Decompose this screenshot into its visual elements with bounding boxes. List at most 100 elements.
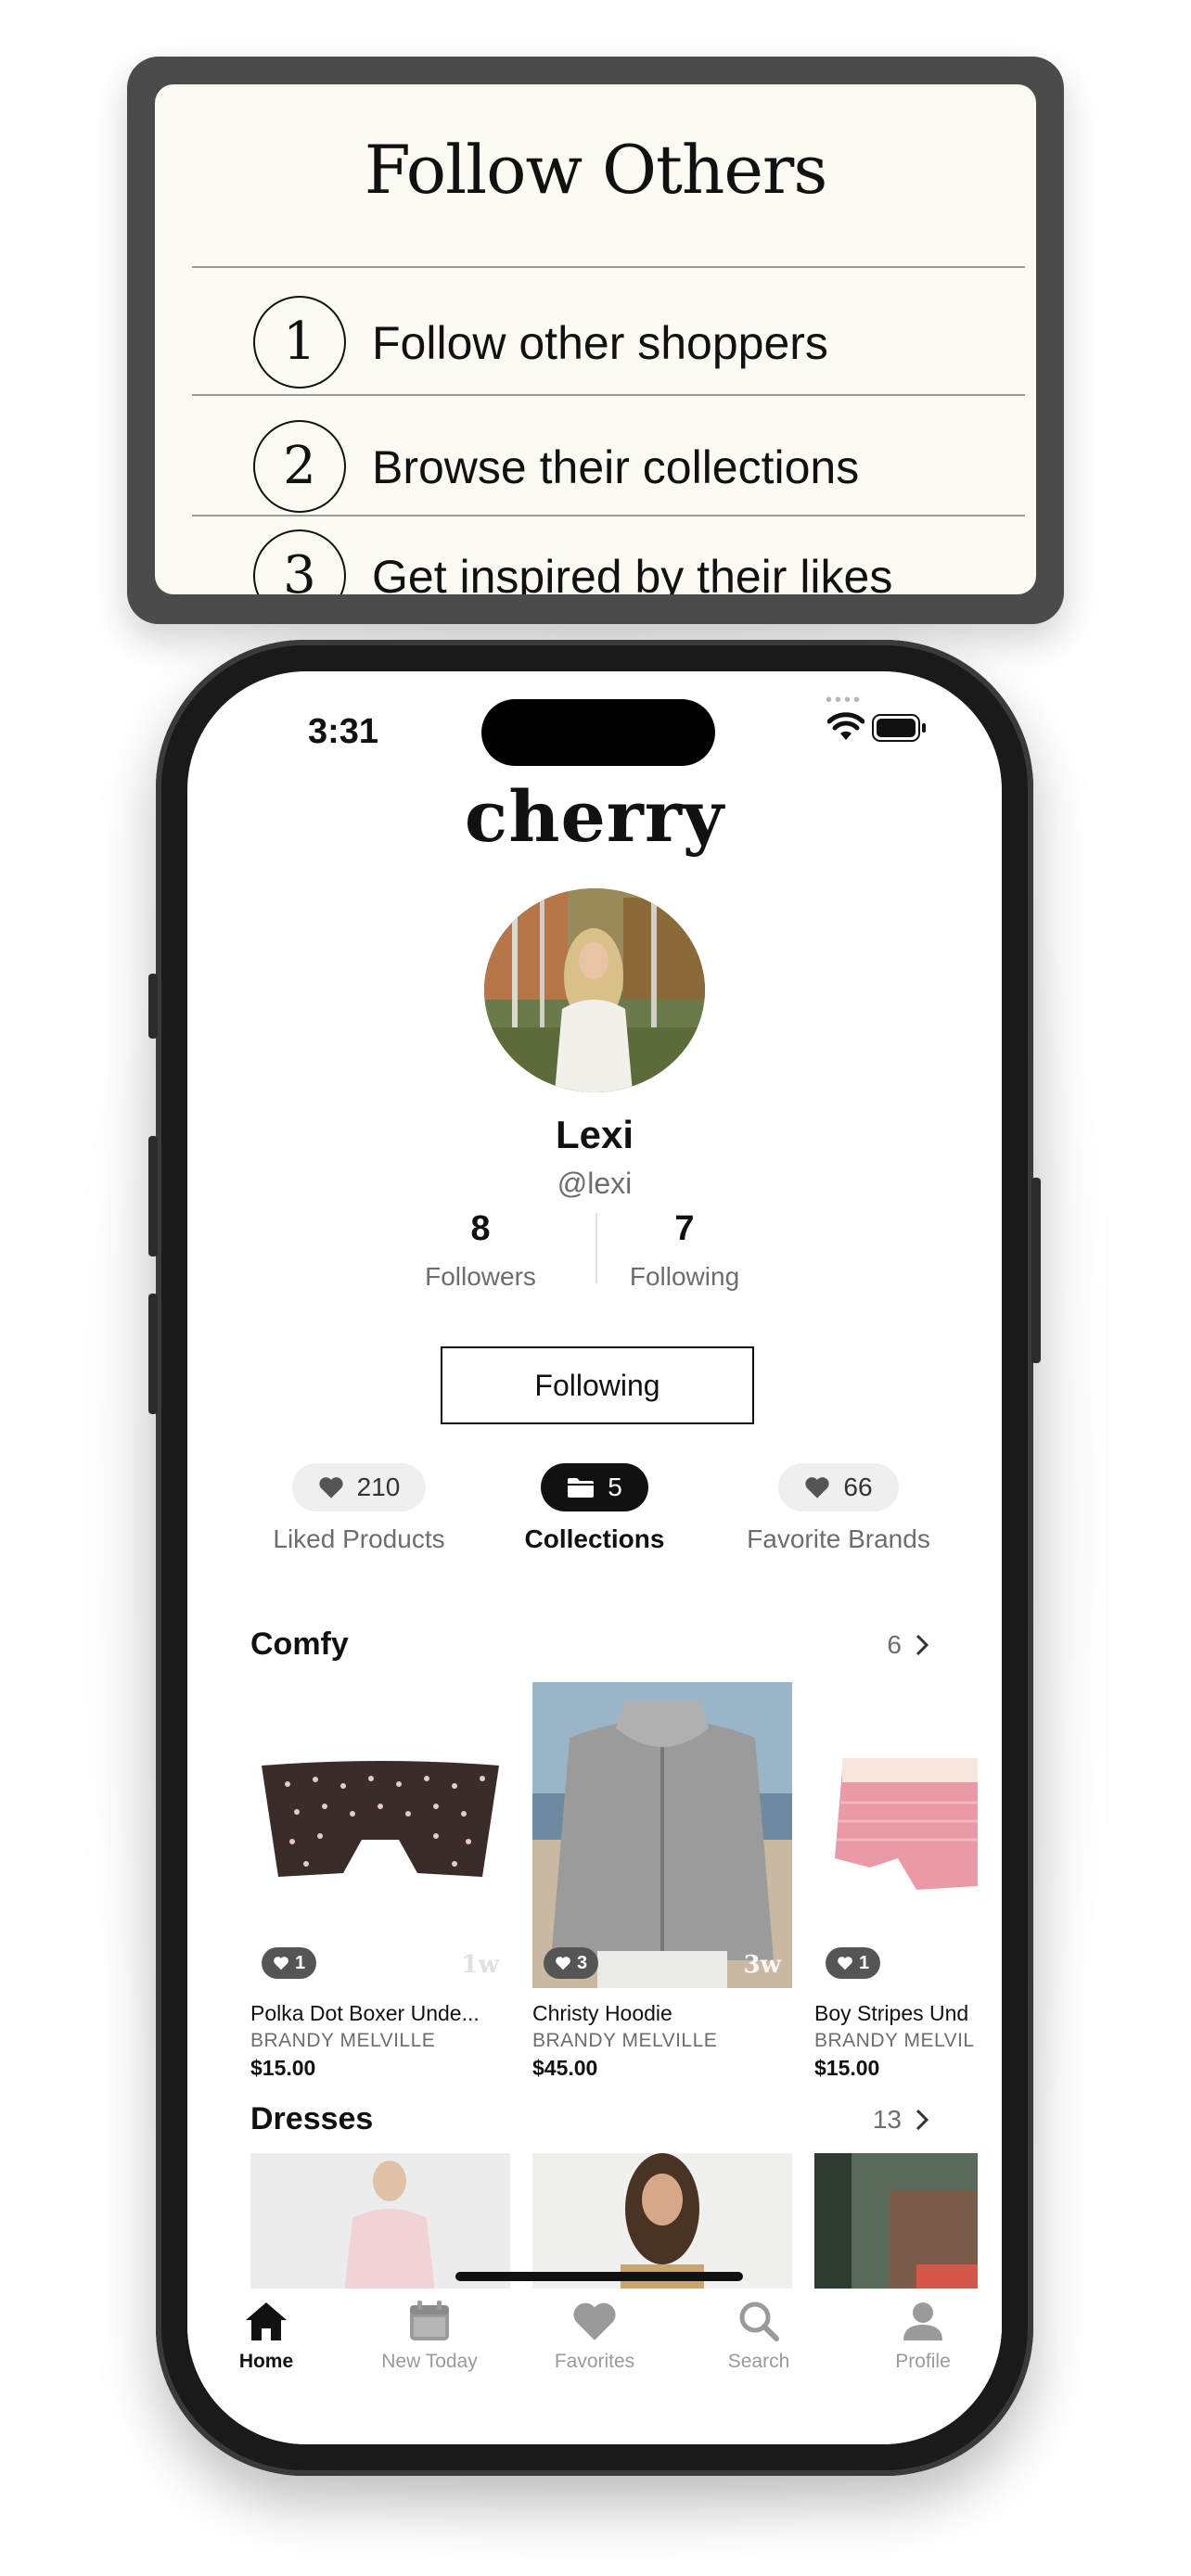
bottom-tab-bar: Home New Today Favorites Search Profile — [187, 2289, 1002, 2444]
following-stat[interactable]: 7 Following — [583, 1209, 787, 1292]
phone-side-button — [148, 974, 158, 1039]
heart-icon — [274, 1957, 288, 1970]
followers-count: 8 — [470, 1209, 491, 1248]
step-text: Get inspired by their likes — [372, 551, 893, 594]
onboarding-title: Follow Others — [364, 131, 828, 209]
product-price: $15.00 — [814, 2056, 880, 2080]
onboarding-step-1: 1 Follow other shoppers — [155, 283, 1036, 394]
product-brand: BRANDY MELVIL — [814, 2030, 975, 2051]
profile-icon — [903, 2302, 942, 2340]
collection-count-comfy[interactable]: 6 — [887, 1630, 929, 1660]
age-tag: 1w — [461, 1951, 499, 1979]
collections-label: Collections — [524, 1524, 665, 1553]
app-screen: 3:31 •••• cherry Lexi @lexi 8 Followers … — [187, 671, 1002, 2444]
onboarding-step-3: 3 Get inspired by their likes — [155, 528, 1036, 594]
avatar[interactable] — [484, 888, 705, 1092]
product-card[interactable]: 3 3w Christy Hoodie BRANDY MELVILLE $45.… — [532, 1682, 792, 2081]
nav-label: Favorites — [554, 2351, 635, 2372]
step-text: Follow other shoppers — [372, 317, 828, 369]
favorite-brands-pill: 66 — [778, 1463, 899, 1511]
onboarding-step-2: 2 Browse their collections — [155, 407, 1036, 518]
phone-side-button — [148, 1136, 158, 1256]
like-count: 1 — [295, 1952, 306, 1973]
product-brand: BRANDY MELVILLE — [250, 2030, 436, 2051]
like-count: 1 — [859, 1952, 870, 1973]
nav-label: Home — [238, 2351, 294, 2372]
nav-new-today[interactable]: New Today — [355, 2300, 504, 2373]
divider — [192, 515, 1025, 516]
like-badge[interactable]: 1 — [262, 1947, 317, 1979]
phone-frame: 3:31 •••• cherry Lexi @lexi 8 Followers … — [148, 640, 1041, 2476]
status-time: 3:31 — [308, 712, 379, 751]
step-number: 3 — [253, 529, 346, 594]
tab-liked-products[interactable]: 210 Liked Products — [238, 1463, 480, 1554]
collection-count-dresses[interactable]: 13 — [873, 2105, 929, 2135]
age-tag: 3w — [743, 1951, 781, 1979]
like-count: 3 — [577, 1952, 588, 1973]
favorite-brands-count: 66 — [843, 1473, 873, 1501]
following-button[interactable]: Following — [441, 1346, 754, 1424]
heart-icon — [319, 1477, 343, 1498]
following-count: 7 — [674, 1209, 695, 1248]
signal-dots-icon: •••• — [825, 690, 863, 710]
nav-profile[interactable]: Profile — [849, 2300, 997, 2373]
step-text: Browse their collections — [372, 441, 860, 493]
divider — [192, 266, 1025, 268]
like-badge[interactable]: 3 — [544, 1947, 599, 1979]
heart-icon — [556, 1957, 570, 1970]
tab-favorite-brands[interactable]: 66 Favorite Brands — [718, 1463, 959, 1554]
chevron-right-icon — [916, 2109, 929, 2131]
nav-label: Search — [727, 2351, 790, 2372]
collection-count: 13 — [872, 2105, 902, 2134]
nav-home[interactable]: Home — [192, 2300, 340, 2373]
like-badge[interactable]: 1 — [826, 1947, 881, 1979]
tab-collections[interactable]: 5 Collections — [474, 1463, 715, 1554]
nav-label: New Today — [381, 2351, 478, 2372]
liked-products-pill: 210 — [291, 1463, 427, 1511]
collection-title-comfy[interactable]: Comfy — [250, 1626, 349, 1663]
favorite-brands-label: Favorite Brands — [747, 1524, 930, 1553]
product-card[interactable]: 1 Boy Stripes Und BRANDY MELVIL $15.00 — [814, 1682, 978, 2081]
search-icon — [739, 2302, 779, 2341]
phone-side-button — [1031, 1178, 1041, 1363]
profile-name: Lexi — [555, 1113, 634, 1156]
collection-title-dresses[interactable]: Dresses — [250, 2101, 373, 2137]
calendar-icon — [410, 2301, 449, 2340]
product-card[interactable]: 1 1w Polka Dot Boxer Unde... BRANDY MELV… — [250, 1682, 510, 2081]
home-icon — [246, 2302, 287, 2340]
step-number: 1 — [253, 296, 346, 389]
home-indicator[interactable] — [455, 2272, 743, 2281]
app-logo: cherry — [464, 775, 725, 858]
folder-icon — [568, 1478, 595, 1498]
chevron-right-icon — [916, 1634, 929, 1656]
collections-count: 5 — [608, 1473, 622, 1501]
dynamic-island — [481, 699, 715, 766]
product-image: 1 — [814, 1682, 978, 1988]
product-name: Christy Hoodie — [532, 2001, 672, 2025]
battery-icon — [872, 714, 926, 742]
nav-label: Profile — [895, 2351, 951, 2372]
nav-favorites[interactable]: Favorites — [520, 2300, 669, 2373]
product-name: Boy Stripes Und — [814, 2001, 969, 2025]
product-price: $45.00 — [532, 2056, 598, 2080]
followers-stat[interactable]: 8 Followers — [378, 1209, 583, 1292]
heart-icon — [838, 1957, 852, 1970]
product-name: Polka Dot Boxer Unde... — [250, 2001, 480, 2025]
nav-search[interactable]: Search — [685, 2300, 833, 2373]
heart-icon — [573, 2302, 616, 2340]
product-price: $15.00 — [250, 2056, 316, 2080]
product-brand: BRANDY MELVILLE — [532, 2030, 718, 2051]
onboarding-card-frame: Follow Others 1 Follow other shoppers 2 … — [127, 57, 1064, 624]
divider — [192, 394, 1025, 396]
following-label: Following — [629, 1262, 740, 1291]
liked-products-count: 210 — [356, 1473, 401, 1501]
heart-icon — [805, 1477, 830, 1498]
product-image: 3 3w — [532, 1682, 792, 1988]
profile-handle: @lexi — [557, 1167, 633, 1200]
collection-count: 6 — [887, 1630, 902, 1659]
product-image: 1 1w — [250, 1682, 510, 1988]
dress-thumbnail[interactable] — [814, 2153, 978, 2302]
wifi-icon — [827, 712, 864, 740]
followers-label: Followers — [425, 1262, 536, 1291]
onboarding-card: Follow Others 1 Follow other shoppers 2 … — [155, 84, 1036, 594]
